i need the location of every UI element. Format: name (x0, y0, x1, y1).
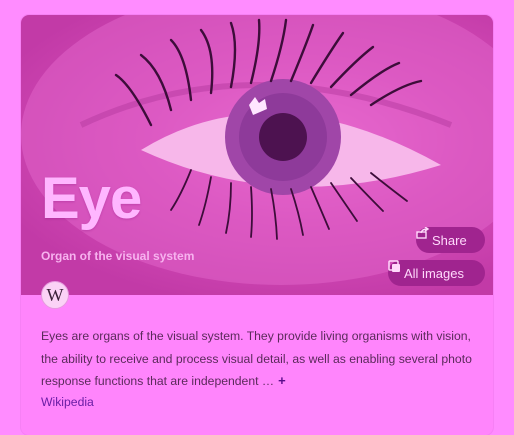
knowledge-panel-card: Eye Organ of the visual system Share All… (21, 15, 493, 435)
share-label: Share (432, 232, 467, 248)
page-subtitle: Organ of the visual system (41, 249, 195, 263)
source-link[interactable]: Wikipedia (41, 395, 94, 409)
hero-image[interactable]: Eye Organ of the visual system Share All… (21, 15, 493, 295)
wikipedia-logo-icon[interactable]: W (41, 281, 69, 309)
description-text: Eyes are organs of the visual system. Th… (41, 325, 481, 393)
all-images-label: All images (404, 265, 464, 281)
page-title: Eye (41, 166, 142, 231)
share-button[interactable]: Share (416, 227, 485, 253)
description-body: Eyes are organs of the visual system. Th… (41, 329, 472, 388)
all-images-button[interactable]: All images (388, 260, 485, 286)
expand-plus-icon[interactable]: + (278, 373, 286, 388)
